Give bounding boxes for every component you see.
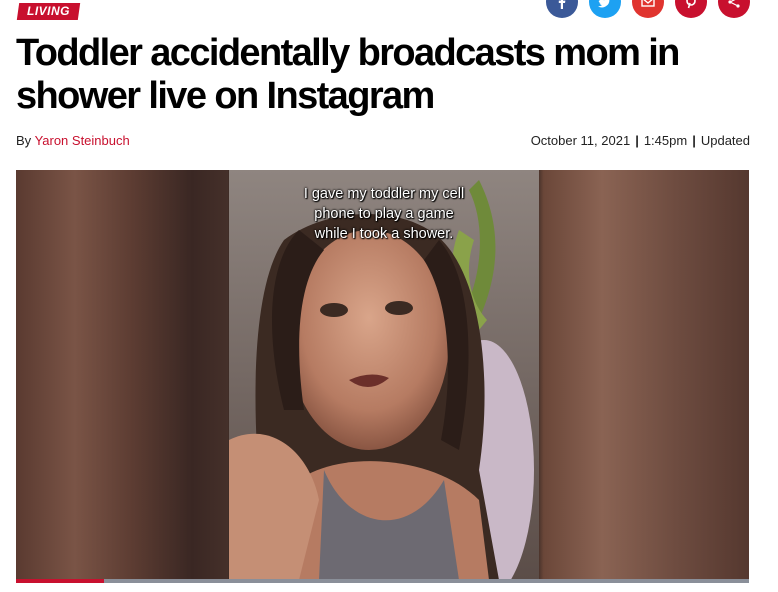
pinterest-icon bbox=[686, 0, 696, 9]
divider: | bbox=[635, 133, 639, 148]
dateline: October 11, 2021 | 1:45pm | Updated bbox=[531, 133, 750, 148]
byline: By Yaron Steinbuch bbox=[16, 133, 130, 148]
more-share-button[interactable] bbox=[718, 0, 750, 18]
facebook-icon bbox=[558, 0, 566, 9]
caption-line: I gave my toddler my cell bbox=[303, 186, 465, 202]
author-link[interactable]: Yaron Steinbuch bbox=[35, 133, 130, 148]
share-icon bbox=[728, 0, 740, 8]
email-icon bbox=[641, 0, 655, 7]
video-caption: I gave my toddler my cell phone to play … bbox=[229, 184, 539, 244]
byline-prefix: By bbox=[16, 133, 32, 148]
publish-date: October 11, 2021 bbox=[530, 133, 631, 148]
article-headline: Toddler accidentally broadcasts mom in s… bbox=[16, 32, 680, 117]
email-share-button[interactable] bbox=[632, 0, 664, 18]
twitter-share-button[interactable] bbox=[589, 0, 621, 18]
video-progress-fill bbox=[16, 579, 104, 583]
video-frame: I gave my toddler my cell phone to play … bbox=[229, 170, 539, 580]
twitter-icon bbox=[598, 0, 610, 8]
publish-time: 1:45pm bbox=[643, 133, 688, 148]
facebook-share-button[interactable] bbox=[546, 0, 578, 18]
updated-toggle[interactable]: Updated bbox=[701, 133, 750, 148]
divider: | bbox=[692, 133, 696, 148]
caption-line: while I took a shower. bbox=[314, 226, 454, 242]
video-player[interactable]: I gave my toddler my cell phone to play … bbox=[16, 170, 749, 580]
video-progress-bar[interactable] bbox=[16, 579, 749, 583]
share-bar bbox=[546, 0, 750, 18]
section-tag[interactable]: LIVING bbox=[16, 3, 81, 20]
caption-line: phone to play a game bbox=[314, 206, 454, 222]
section-label: LIVING bbox=[27, 4, 71, 18]
pinterest-share-button[interactable] bbox=[675, 0, 707, 18]
